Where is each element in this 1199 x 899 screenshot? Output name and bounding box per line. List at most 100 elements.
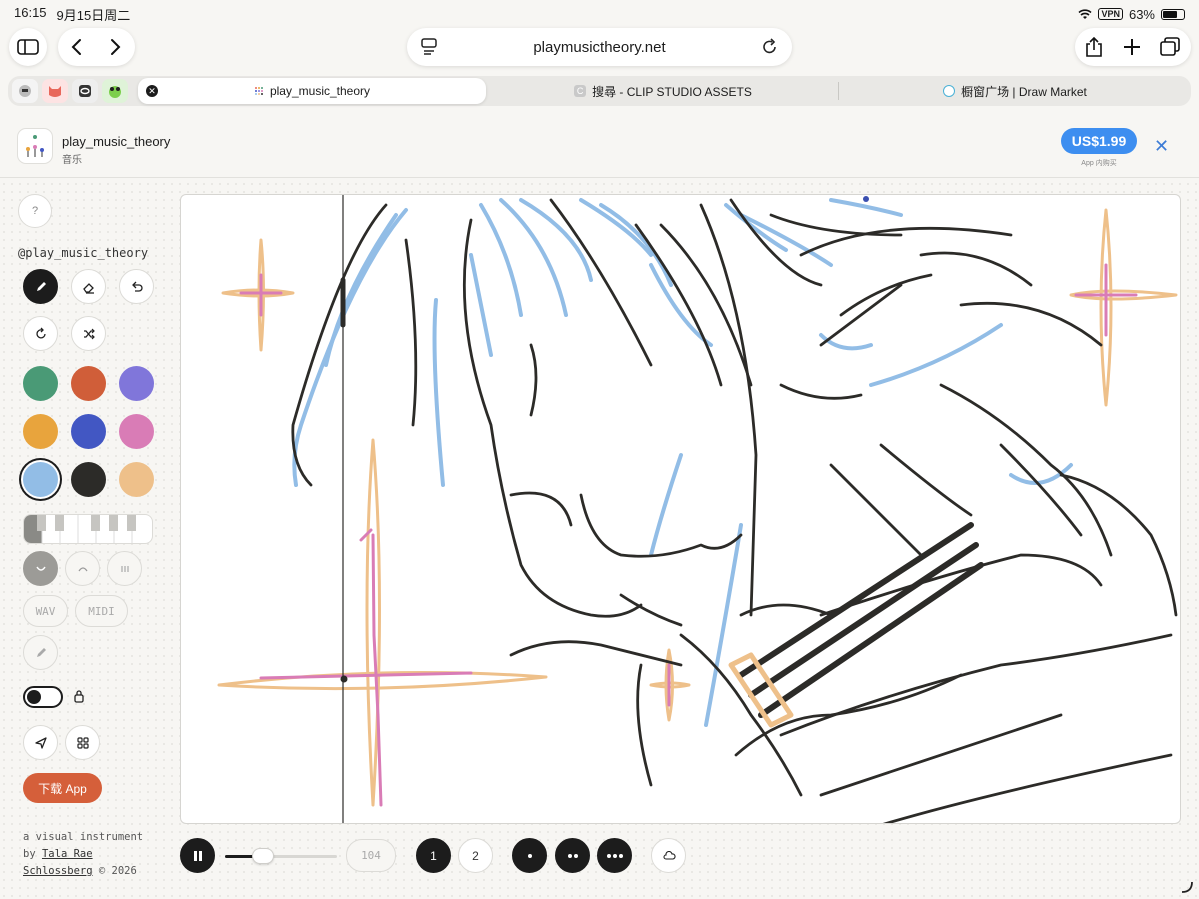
undo-button[interactable] — [119, 269, 154, 304]
status-time: 16:15 — [14, 4, 47, 20]
send-button[interactable] — [23, 725, 58, 760]
tab-clip-studio[interactable]: C 搜尋 - CLIP STUDIO ASSETS — [488, 78, 838, 104]
reader-icon[interactable] — [421, 38, 437, 60]
three-dots-icon — [606, 853, 623, 858]
tempo-slider-thumb[interactable] — [252, 848, 275, 864]
chevron-right-icon — [111, 39, 121, 55]
tempo-slider[interactable] — [225, 848, 337, 864]
pinned-tab-1[interactable] — [12, 79, 38, 103]
frog-icon — [109, 86, 121, 98]
browser-toolbar: playmusictheory.net — [0, 28, 1199, 68]
forward-button[interactable] — [108, 37, 122, 62]
back-button[interactable] — [70, 37, 84, 62]
track-1-button[interactable]: 1 — [416, 838, 451, 873]
status-date: 9月15日周二 — [56, 7, 131, 23]
pencil-icon — [36, 647, 46, 657]
share-icon[interactable] — [1084, 36, 1104, 63]
battery-percent: 63% — [1128, 6, 1155, 22]
banner-close-icon[interactable]: ✕ — [1154, 136, 1169, 157]
shuffle-button[interactable] — [71, 316, 106, 351]
address-bar[interactable]: playmusictheory.net — [407, 28, 792, 66]
arch-shape-button[interactable] — [65, 551, 100, 586]
eraser-icon — [82, 282, 94, 294]
shuffle-icon — [83, 328, 95, 339]
piano-keys[interactable] — [23, 514, 153, 544]
app-store-banner: play_music_theory 音乐 US$1.99 App 内购买 — [0, 120, 1199, 178]
color-swatch[interactable] — [119, 462, 154, 497]
robot-icon — [19, 85, 31, 97]
loop-icon — [79, 85, 91, 97]
grid-icon — [76, 736, 89, 749]
lock-toggle[interactable] — [23, 686, 63, 708]
cloud-button[interactable] — [651, 838, 686, 873]
tab-title: 搜尋 - CLIP STUDIO ASSETS — [592, 84, 752, 99]
redo-icon — [35, 327, 46, 338]
pinned-tab-4[interactable] — [102, 79, 128, 103]
smile-shape-button[interactable] — [23, 551, 58, 586]
density-3-button[interactable] — [597, 838, 632, 873]
sidebar-icon — [17, 39, 39, 55]
color-swatch[interactable] — [23, 462, 58, 497]
clip-favicon-icon: C — [574, 85, 587, 97]
buy-button[interactable]: US$1.99 — [1061, 128, 1137, 154]
tabs-overview-icon[interactable] — [1159, 37, 1181, 62]
brush-settings-button[interactable] — [23, 635, 58, 670]
vpn-badge: VPN — [1098, 8, 1123, 20]
tempo-value[interactable]: 104 — [346, 839, 396, 872]
pen-tool-button[interactable] — [23, 269, 58, 304]
toolbar-right-group — [1075, 28, 1191, 66]
send-icon — [34, 736, 47, 749]
resize-handle-icon[interactable] — [1180, 880, 1194, 894]
export-midi-button[interactable]: MIDI — [75, 595, 128, 627]
tab-draw-market[interactable]: 橱窗广场 | Draw Market — [840, 78, 1190, 104]
pinned-tab-3[interactable] — [72, 79, 98, 103]
color-swatch[interactable] — [23, 414, 58, 449]
chevron-left-icon — [71, 39, 81, 55]
nav-group — [58, 28, 135, 66]
redo-button[interactable] — [23, 316, 58, 351]
cat-face-icon — [49, 86, 61, 97]
tab-play-music-theory[interactable]: ✕ play_music_theory — [138, 78, 486, 104]
color-swatch[interactable] — [23, 366, 58, 401]
wifi-icon — [1078, 8, 1092, 19]
density-1-button[interactable] — [512, 838, 547, 873]
cloud-icon — [662, 850, 676, 860]
url-text: playmusictheory.net — [533, 38, 666, 56]
reload-icon[interactable] — [762, 38, 778, 60]
tab-title: play_music_theory — [269, 84, 371, 98]
color-swatch[interactable] — [71, 414, 106, 449]
close-tab-icon[interactable]: ✕ — [146, 85, 158, 97]
handle-text: @play_music_theory — [18, 246, 149, 260]
color-swatch[interactable] — [119, 366, 154, 401]
eraser-button[interactable] — [71, 269, 106, 304]
one-dot-icon — [527, 853, 532, 858]
bars-shape-button[interactable] — [107, 551, 142, 586]
density-2-button[interactable] — [555, 838, 590, 873]
help-button[interactable]: ? — [18, 194, 52, 228]
pause-icon — [193, 850, 202, 861]
battery-icon — [1161, 8, 1185, 20]
banner-app-category: 音乐 — [62, 155, 82, 166]
draw-market-favicon-icon — [943, 85, 956, 97]
pause-button[interactable] — [180, 838, 215, 873]
new-tab-icon[interactable] — [1122, 37, 1142, 62]
export-wav-button[interactable]: WAV — [23, 595, 68, 627]
color-swatch[interactable] — [119, 414, 154, 449]
tab-title: 橱窗广场 | Draw Market — [961, 84, 1087, 99]
color-swatch[interactable] — [71, 462, 106, 497]
playback-controls: 104 1 2 — [0, 838, 1199, 878]
gallery-button[interactable] — [65, 725, 100, 760]
lock-icon — [73, 689, 85, 708]
tab-bar: ✕ play_music_theory C 搜尋 - CLIP STUDIO A… — [8, 76, 1191, 106]
pinned-tab-2[interactable] — [42, 79, 68, 103]
track-2-button[interactable]: 2 — [458, 838, 493, 873]
drawing-canvas[interactable] — [180, 194, 1181, 824]
page-body: ? @play_music_theory WAV MIDI 下载 App a v… — [0, 180, 1199, 899]
arch-curve-icon — [77, 566, 88, 571]
sidebar-toggle-button[interactable] — [9, 28, 47, 66]
pinned-tabs — [8, 76, 132, 106]
color-swatch[interactable] — [71, 366, 106, 401]
grid-favicon-icon — [254, 87, 263, 95]
download-app-button[interactable]: 下载 App — [23, 773, 102, 803]
app-icon[interactable] — [17, 128, 53, 164]
